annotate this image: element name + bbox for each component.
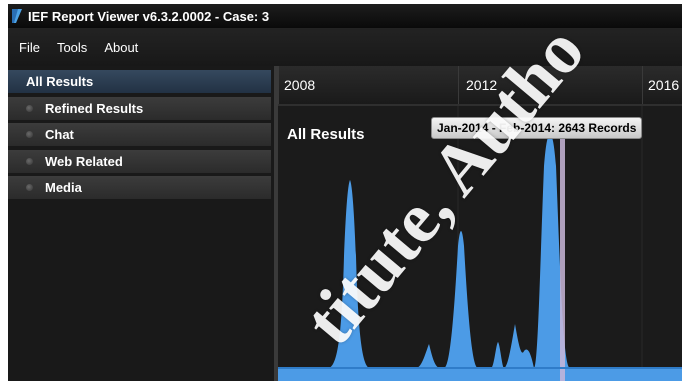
- sidebar-item-label: Media: [45, 180, 82, 195]
- activity-timeline-chart[interactable]: [278, 106, 682, 381]
- menu-file[interactable]: File: [19, 40, 40, 55]
- timeline-panel: 2008 2012 2016 All Results Jan-2014 - Fe…: [278, 66, 682, 381]
- sidebar-item-all-results[interactable]: All Results: [8, 70, 271, 93]
- selected-period-highlight: [560, 134, 565, 381]
- sidebar-item-label: All Results: [26, 74, 94, 89]
- sidebar-item-label: Refined Results: [45, 101, 144, 116]
- year-label-2008: 2008: [284, 77, 316, 93]
- bullet-icon: [26, 184, 33, 191]
- window-title: IEF Report Viewer v6.3.2.0002 - Case: 3: [28, 8, 270, 24]
- app-icon: [12, 9, 22, 23]
- activity-area: [278, 135, 682, 381]
- year-label-2016: 2016: [648, 77, 680, 93]
- menu-tools[interactable]: Tools: [57, 40, 87, 55]
- bullet-icon: [26, 131, 33, 138]
- year-divider: [278, 66, 279, 104]
- sidebar-item-chat[interactable]: Chat: [8, 123, 271, 146]
- sidebar-item-media[interactable]: Media: [8, 176, 271, 199]
- timeline-header: 2008 2012 2016: [278, 66, 682, 106]
- title-bar: IEF Report Viewer v6.3.2.0002 - Case: 3: [8, 4, 682, 28]
- sidebar-item-refined-results[interactable]: Refined Results: [8, 97, 271, 120]
- app-window: IEF Report Viewer v6.3.2.0002 - Case: 3 …: [8, 4, 682, 381]
- menu-about[interactable]: About: [104, 40, 138, 55]
- sidebar-item-label: Chat: [45, 127, 74, 142]
- bullet-icon: [26, 105, 33, 112]
- sidebar: All Results Refined Results Chat Web Rel…: [8, 66, 274, 381]
- year-divider: [642, 66, 643, 104]
- bullet-icon: [26, 158, 33, 165]
- chart-title: All Results: [287, 126, 365, 143]
- year-divider: [458, 66, 459, 104]
- sidebar-item-web-related[interactable]: Web Related: [8, 150, 271, 173]
- menu-bar: File Tools About: [8, 28, 682, 66]
- year-label-2012: 2012: [466, 77, 498, 93]
- record-count-tooltip: Jan-2014 - Feb-2014: 2643 Records: [431, 117, 643, 139]
- sidebar-item-label: Web Related: [45, 154, 123, 169]
